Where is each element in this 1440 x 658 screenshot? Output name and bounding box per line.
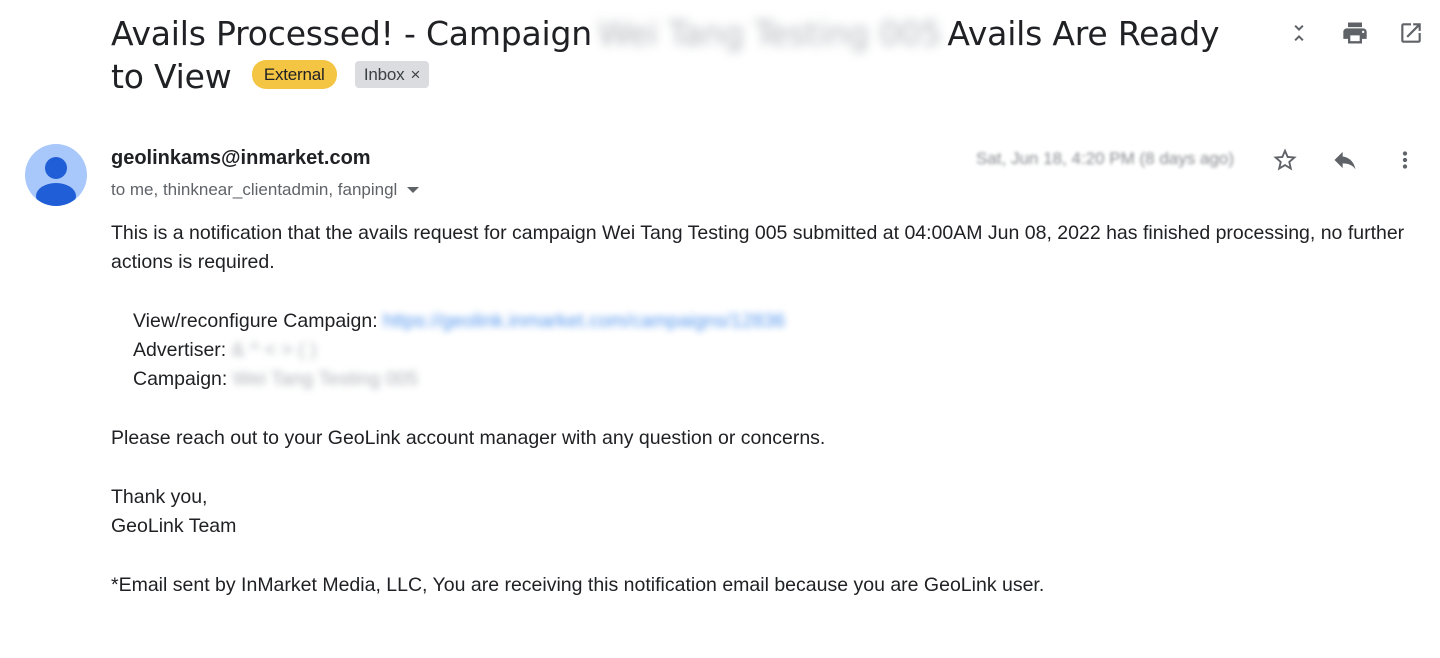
remove-label-icon[interactable]: × <box>410 65 420 84</box>
inbox-label: Inbox × <box>354 61 430 88</box>
star-icon[interactable] <box>1270 145 1300 175</box>
campaign-row: Campaign: Wei Tang Testing 005 <box>133 365 1411 394</box>
message-actions <box>1270 145 1420 175</box>
open-in-new-window-icon[interactable] <box>1396 18 1426 48</box>
subject-redacted-campaign: Wei Tang Testing 005 <box>597 14 942 53</box>
body-reach-out: Please reach out to your GeoLink account… <box>111 427 826 449</box>
sender-email[interactable]: geolinkams@inmarket.com <box>111 147 371 170</box>
view-campaign-row: View/reconfigure Campaign: https://geoli… <box>133 307 1411 336</box>
recipients-line: to me, thinknear_clientadmin, fanpingl <box>111 180 420 200</box>
person-icon <box>36 157 76 206</box>
email-view: Avails Processed! - Campaign Wei Tang Tes… <box>0 0 1440 658</box>
campaign-link[interactable]: https://geolink.inmarket.com/campaigns/1… <box>383 307 785 336</box>
advertiser-value: & ^ < > ( ) <box>231 339 317 361</box>
show-details-icon[interactable] <box>407 187 420 193</box>
message-body: This is a notification that the avails r… <box>111 219 1411 600</box>
campaign-label: Campaign: <box>133 368 228 390</box>
body-intro: This is a notification that the avails r… <box>111 222 1405 273</box>
advertiser-row: Advertiser: & ^ < > ( ) <box>133 336 1411 365</box>
view-campaign-label: View/reconfigure Campaign: <box>133 310 378 332</box>
body-footer: *Email sent by InMarket Media, LLC, You … <box>111 574 1045 596</box>
email-subject: Avails Processed! - Campaign Wei Tang Tes… <box>111 12 1231 98</box>
campaign-details: View/reconfigure Campaign: https://geoli… <box>133 307 1411 394</box>
sender-avatar[interactable] <box>25 144 87 206</box>
recipients-text: to me, thinknear_clientadmin, fanpingl <box>111 180 398 199</box>
advertiser-label: Advertiser: <box>133 339 227 361</box>
signature-team: GeoLink Team <box>111 515 237 537</box>
inbox-label-text: Inbox <box>363 65 405 84</box>
thread-toolbar <box>1284 18 1426 48</box>
print-icon[interactable] <box>1340 18 1370 48</box>
message-date: Sat, Jun 18, 4:20 PM (8 days ago) <box>976 149 1234 168</box>
external-label: External <box>251 60 337 89</box>
reply-icon[interactable] <box>1330 145 1360 175</box>
campaign-value: Wei Tang Testing 005 <box>232 368 419 390</box>
signature: Thank you, GeoLink Team <box>111 483 1411 541</box>
more-vert-icon[interactable] <box>1390 145 1420 175</box>
signature-thanks: Thank you, <box>111 486 208 508</box>
subject-text-start: Avails Processed! - Campaign <box>111 14 592 53</box>
collapse-all-icon[interactable] <box>1284 18 1314 48</box>
